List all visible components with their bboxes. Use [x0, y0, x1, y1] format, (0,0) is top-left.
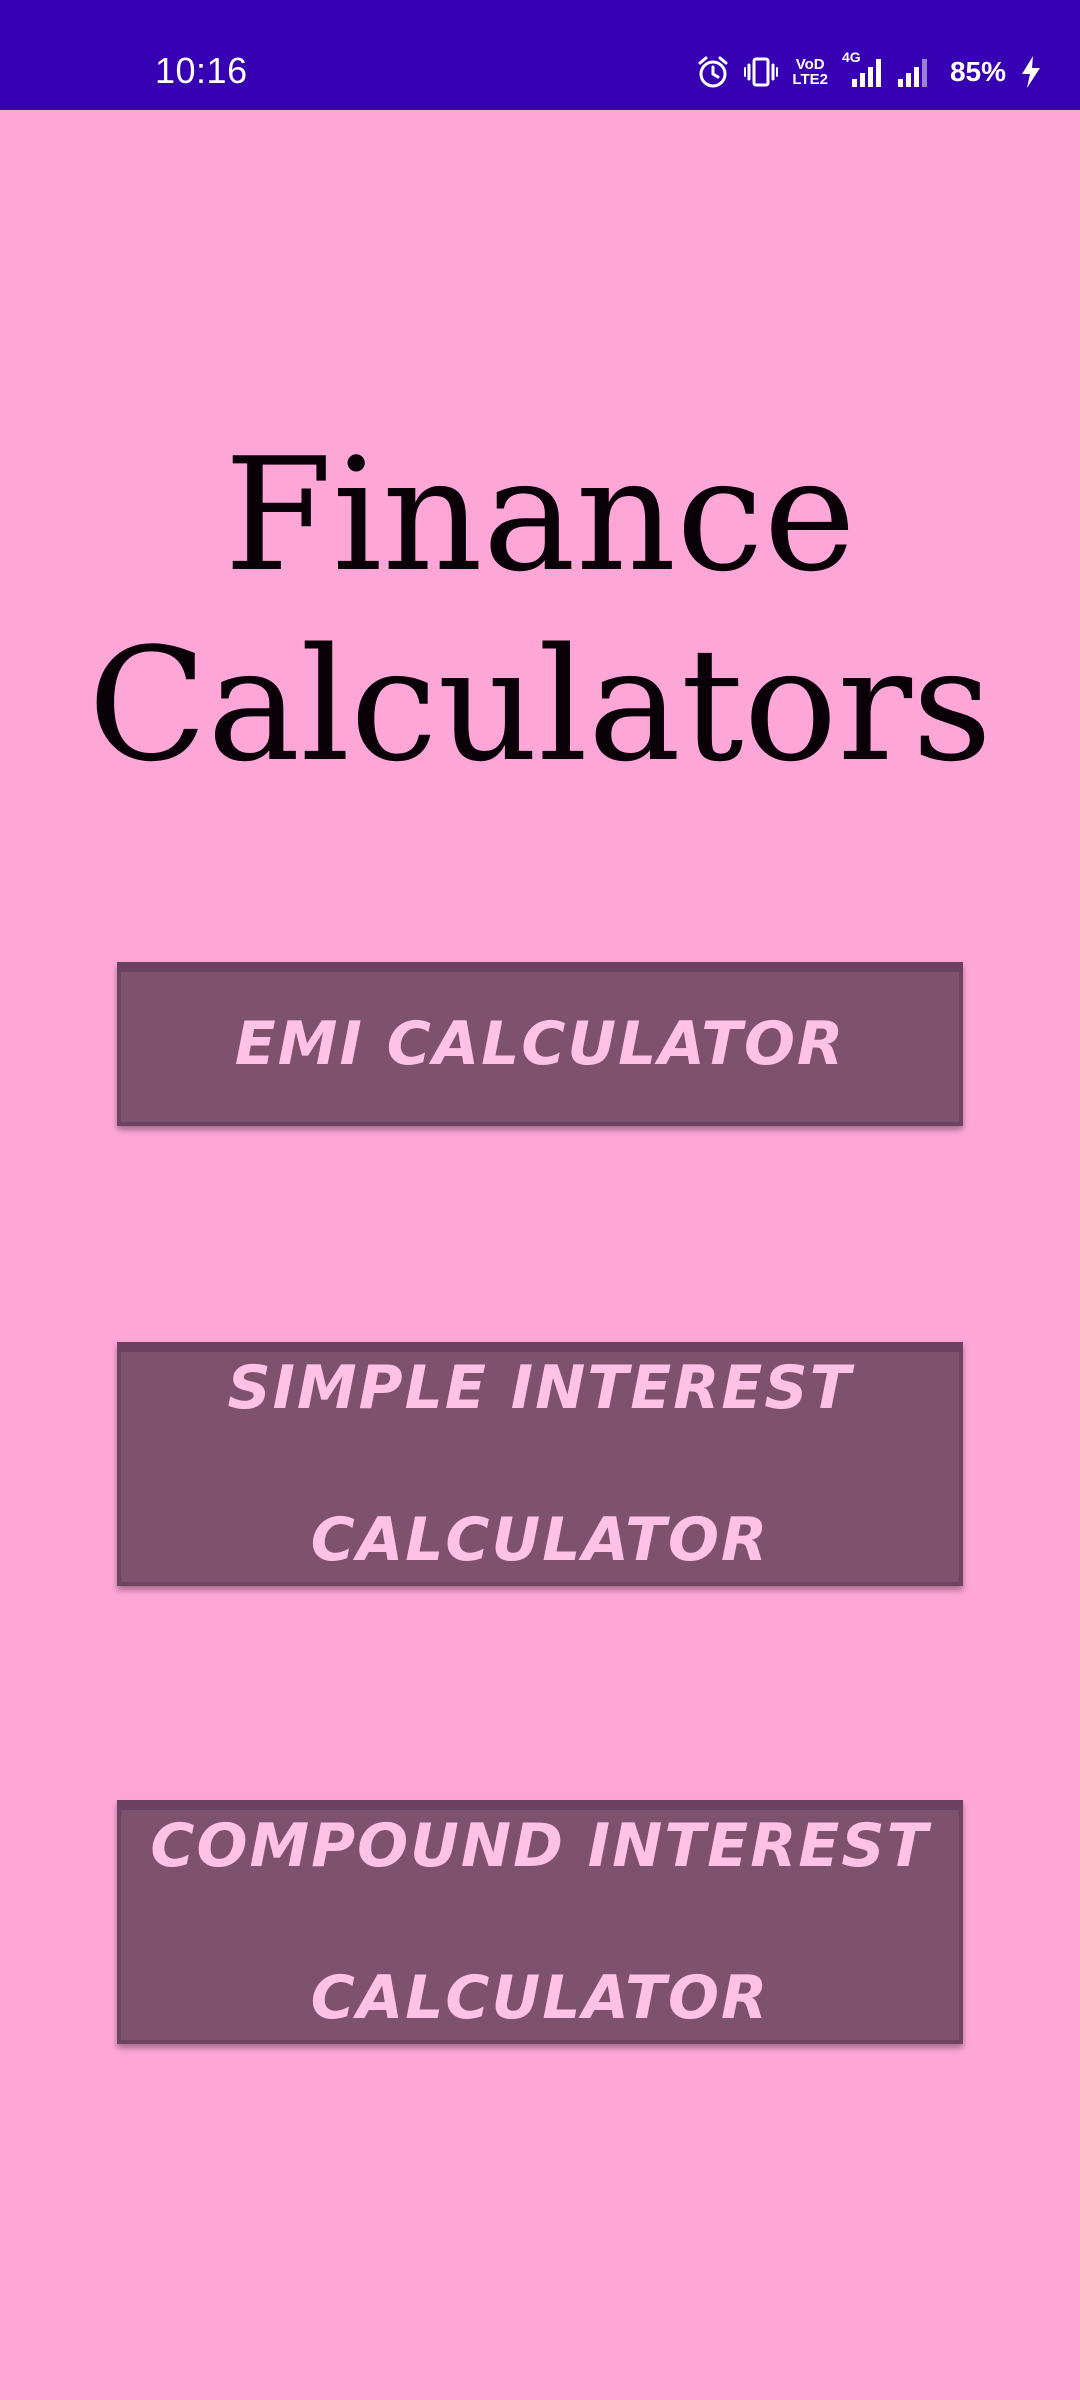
battery-percent: 85% [949, 56, 1006, 87]
status-icons: VoD LTE2 4G 85% [696, 49, 1042, 94]
emi-calculator-label: EMI CALCULATOR [234, 1009, 846, 1079]
signal-icon: 4G [842, 49, 882, 89]
emi-calculator-button[interactable]: EMI CALCULATOR [117, 962, 963, 1126]
vibrate-icon [744, 55, 779, 89]
status-bar: 10:16 VoD LTE2 4G 85% [0, 0, 1080, 110]
volte-icon: VoD LTE2 [792, 57, 828, 87]
compound-label-line-2: CALCULATOR [310, 1963, 770, 2033]
simple-interest-calculator-button[interactable]: SIMPLE INTEREST CALCULATOR [117, 1342, 963, 1586]
simple-label-line-2: CALCULATOR [310, 1505, 770, 1575]
volte-line1: VoD [795, 56, 825, 73]
title-line-2: Calculators [87, 614, 993, 796]
simple-interest-calculator-label: SIMPLE INTEREST CALCULATOR [227, 1274, 852, 1654]
status-time: 10:16 [155, 50, 248, 91]
compound-interest-calculator-label: COMPOUND INTEREST CALCULATOR [150, 1732, 929, 2112]
compound-interest-calculator-button[interactable]: COMPOUND INTEREST CALCULATOR [117, 1800, 963, 2044]
signal-icon-2 [896, 55, 936, 89]
compound-label-line-1: COMPOUND INTEREST [150, 1811, 930, 1881]
alarm-icon [696, 55, 730, 89]
volte-line2: LTE2 [792, 71, 828, 88]
page-title: Finance Calculators [0, 420, 1080, 800]
button-top-edge [117, 962, 963, 972]
title-line-1: Finance [224, 424, 856, 606]
simple-label-line-1: SIMPLE INTEREST [227, 1353, 853, 1423]
charging-icon [1020, 55, 1042, 89]
